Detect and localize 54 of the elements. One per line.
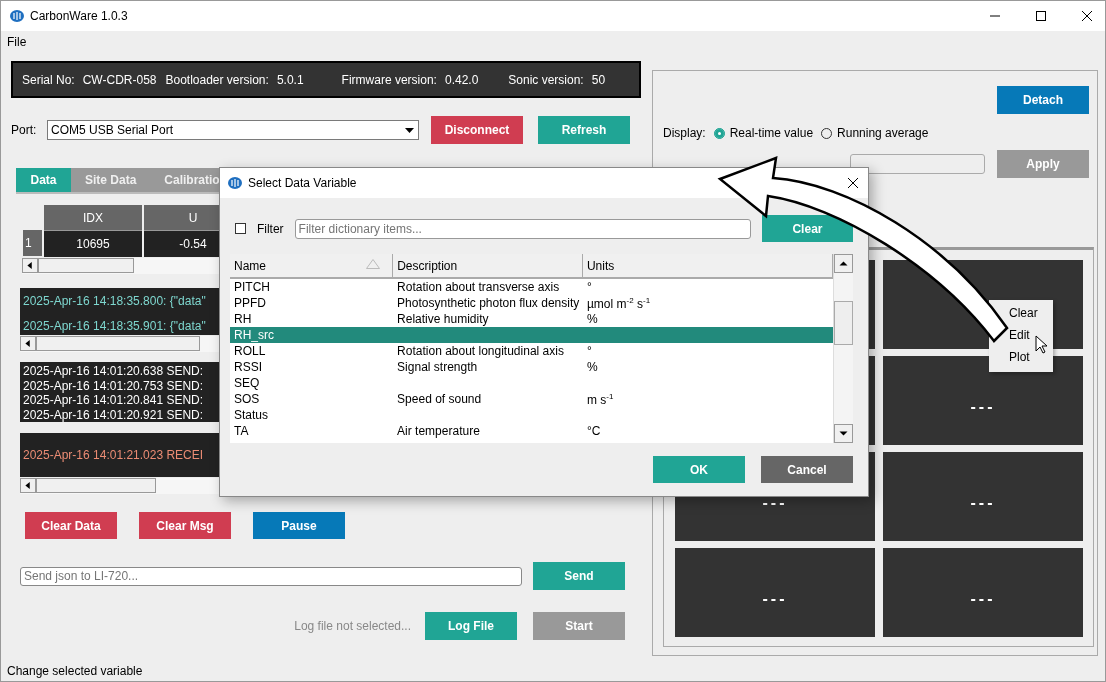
tile-value: --- xyxy=(970,493,996,512)
variable-units: ° xyxy=(585,344,593,358)
info-value: 50 xyxy=(591,72,606,87)
info-value: 0.42.0 xyxy=(444,72,479,87)
info-value: CW-CDR-058 xyxy=(82,72,157,87)
info-label: Serial No: xyxy=(22,72,75,87)
log-status: Log file not selected... xyxy=(294,619,411,633)
variable-name: PITCH xyxy=(233,280,271,294)
variable-name: ROLL xyxy=(233,344,267,358)
log-line: 2025-Apr-16 14:18:35.901: {"data" xyxy=(23,318,206,334)
variable-description: Relative humidity xyxy=(396,312,490,326)
row-header: 1 xyxy=(23,230,42,256)
tile-value: --- xyxy=(762,493,788,512)
variable-units: % xyxy=(585,360,599,374)
table-cell: 10695 xyxy=(44,230,142,257)
log-line: 2025-Apr-16 14:01:20.921 SEND: xyxy=(23,407,204,422)
variable-name: SOS xyxy=(233,392,261,406)
variable-name: TA xyxy=(233,424,250,438)
window-title: CarbonWare 1.0.3 xyxy=(30,9,128,23)
variable-description: Speed of sound xyxy=(396,392,483,406)
status-text: Change selected variable xyxy=(7,664,143,678)
variable-description: Rotation about longitudinal axis xyxy=(396,344,565,358)
variable-name: SEQ xyxy=(233,376,261,390)
variable-name: RH_src xyxy=(233,328,275,342)
variable-units: % xyxy=(585,312,599,326)
variable-description: Air temperature xyxy=(396,424,481,438)
variable-name: Status xyxy=(233,408,270,422)
variable-name: RSSI xyxy=(233,360,263,374)
log-line: 2025-Apr-16 14:01:20.753 SEND: xyxy=(23,378,204,393)
filter-label: Filter xyxy=(256,221,284,236)
tile-value: --- xyxy=(762,589,788,608)
variable-units: m s$^{-1}$ xyxy=(585,391,615,407)
variable-name: RH xyxy=(233,312,253,326)
variable-description: Photosynthetic photon flux density xyxy=(396,296,581,310)
log-line: 2025-Apr-16 14:01:20.638 SEND: xyxy=(23,364,204,379)
info-value: 5.0.1 xyxy=(276,72,304,87)
log-line: 2025-Apr-16 14:18:35.800: {"data" xyxy=(23,293,206,309)
variable-description: Rotation about transverse axis xyxy=(396,280,561,294)
variable-units: °C xyxy=(585,424,602,438)
column-header: IDX xyxy=(44,205,142,230)
variable-units: ° xyxy=(585,280,593,294)
variable-description: Signal strength xyxy=(396,360,479,374)
info-label: Firmware version: xyxy=(341,72,437,87)
port-label: Port: xyxy=(11,123,38,137)
tile-value: --- xyxy=(970,397,996,416)
variable-name: PPFD xyxy=(233,296,267,310)
tile-value: --- xyxy=(970,589,996,608)
variable-units: µmol m$^{-2}$ s$^{-1}$ xyxy=(585,295,652,311)
log-line: 2025-Apr-16 14:01:21.023 RECEI xyxy=(23,447,204,463)
log-line: 2025-Apr-16 14:01:20.841 SEND: xyxy=(23,393,204,408)
info-label: Bootloader version: xyxy=(165,72,269,87)
info-label: Sonic version: xyxy=(508,72,584,87)
dialog-title: Select Data Variable xyxy=(248,176,357,190)
display-label: Display: xyxy=(663,126,706,140)
